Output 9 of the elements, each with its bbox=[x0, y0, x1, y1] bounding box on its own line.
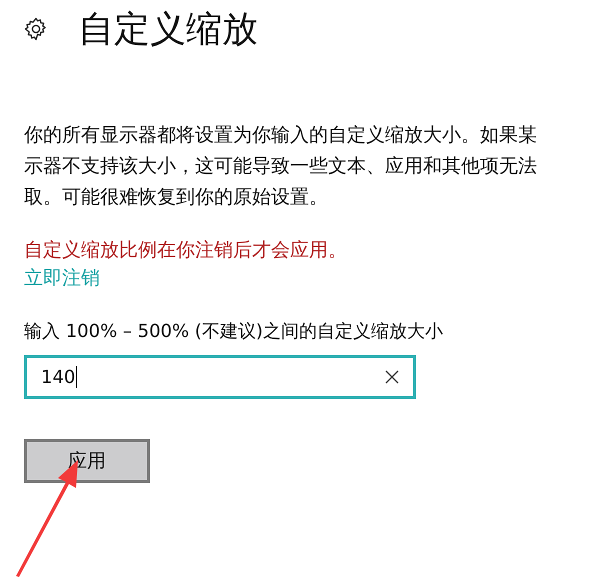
description-line: 取。可能很难恢复到你的原始设置。 bbox=[24, 185, 329, 210]
description-line: 示器不支持该大小，这可能导致一些文本、应用和其他项无法 bbox=[24, 154, 538, 179]
clear-icon[interactable] bbox=[385, 370, 399, 384]
warning-text: 自定义缩放比例在你注销后才会应用。 bbox=[24, 238, 348, 263]
scale-input-field[interactable]: 140 bbox=[24, 355, 416, 399]
field-label: 输入 100% – 500% (不建议)之间的自定义缩放大小 bbox=[24, 320, 444, 344]
page-title: 自定义缩放 bbox=[78, 8, 258, 52]
settings-icon bbox=[24, 17, 48, 41]
description-line: 你的所有显示器都将设置为你输入的自定义缩放大小。如果某 bbox=[24, 123, 538, 148]
